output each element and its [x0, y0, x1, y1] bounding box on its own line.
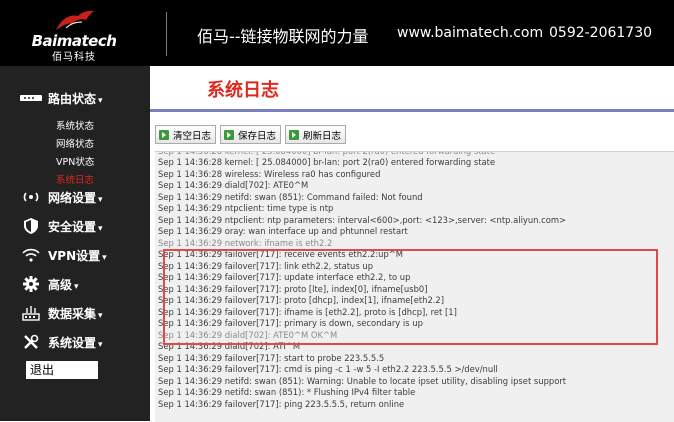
log-line: Sep 1 14:36:28 wireless: Wireless ra0 ha…: [158, 168, 381, 179]
clear-log-button[interactable]: 清空日志: [155, 125, 216, 144]
log-line: Sep 1 14:36:29 netifd: swan (851): * Flu…: [158, 387, 416, 397]
nav-section-label: 安全设置: [48, 219, 97, 234]
chevron-down-icon: ▾: [98, 339, 103, 350]
brand-name-cn: 佰马科技: [52, 52, 96, 63]
save-icon: [224, 129, 234, 140]
header-bar: Baimatech 佰马科技 佰马--链接物联网的力量 www.baimatec…: [0, 0, 674, 66]
log-line: Sep 1 14:36:28 kernel: [ 25.084000] br-l…: [158, 157, 496, 167]
nav-section-security-settings[interactable]: 安全设置 ▾: [0, 216, 150, 236]
chevron-down-icon: ▾: [74, 281, 79, 292]
nav-section-label: 路由状态: [48, 91, 97, 106]
log-line: Sep 1 14:36:29 failover[717]: proto [dhc…: [158, 295, 445, 305]
chevron-down-icon: ▾: [98, 95, 103, 106]
shield-icon: [20, 217, 42, 235]
chevron-down-icon: ▾: [98, 310, 103, 321]
chevron-down-icon: ▾: [98, 223, 103, 234]
log-line: Sep 1 14:36:29 failover[717]: cmd is pin…: [158, 364, 498, 374]
page-title: 系统日志: [207, 80, 279, 101]
log-line: Sep 1 14:36:29 diald[702]: ATI^M: [158, 341, 301, 351]
tools-icon: [20, 333, 42, 351]
nav-section-label: 网络设置: [48, 190, 97, 205]
log-line: Sep 1 14:36:29 diald[702]: ATE0^M: [158, 180, 309, 190]
nav-section-system-settings[interactable]: 系统设置 ▾: [0, 332, 150, 352]
slogan-text: 佰马--链接物联网的力量: [197, 27, 369, 46]
chevron-down-icon: ▾: [98, 194, 103, 205]
nav-item-system-log[interactable]: 系统日志: [56, 172, 94, 186]
website-text: www.baimatech.com: [397, 25, 544, 41]
nav-item-network-status[interactable]: 网络状态: [56, 136, 94, 150]
nav-section-network-settings[interactable]: 网络设置 ▾: [0, 187, 150, 207]
log-line: Sep 1 14:36:29 diald[702]: ATE0^M OK^M: [158, 329, 338, 340]
save-log-button[interactable]: 保存日志: [220, 125, 281, 144]
refresh-log-button[interactable]: 刷新日志: [285, 125, 346, 144]
header-divider: [166, 12, 167, 56]
log-line: Sep 1 14:36:29 failover[717]: primary is…: [158, 318, 423, 328]
button-label: 清空日志: [172, 130, 211, 142]
nav-section-router-status[interactable]: 路由状态 ▾: [0, 88, 150, 108]
wifi-icon: [20, 246, 42, 264]
title-divider: [150, 109, 674, 112]
log-line: Sep 1 14:36:29 failover[717]: ping 223.5…: [158, 398, 405, 409]
nav-item-system-status[interactable]: 系统状态: [56, 118, 94, 132]
nav-section-data-collection[interactable]: 数据采集 ▾: [0, 303, 150, 323]
log-line: Sep 1 14:36:29 oray: wan interface up an…: [158, 226, 408, 236]
log-line: Sep 1 14:36:29 netifd: swan (851): Comma…: [158, 191, 423, 202]
log-line: Sep 1 14:36:29 ntpclient: ntp parameters…: [158, 214, 567, 225]
nav-section-label: 数据采集: [48, 306, 97, 321]
nav-section-label: 高级: [48, 277, 73, 292]
log-line: Sep 1 14:36:29 netifd: swan (851): Warni…: [158, 375, 567, 386]
log-line: Sep 1 14:36:29 failover[717]: start to p…: [158, 352, 385, 363]
baimatech-logo[interactable]: Baimatech 佰马科技: [26, 8, 122, 63]
log-line: Sep 1 14:36:29 failover[717]: proto [lte…: [158, 283, 428, 294]
log-line: Sep 1 14:36:29 network: ifname is eth2.2: [158, 237, 333, 248]
phone-text: 0592-2061730: [549, 25, 653, 41]
gear-icon: [20, 275, 42, 293]
sidebar: 路由状态 ▾ 系统状态 网络状态 VPN状态 系统日志 网络设置 ▾ 安全设置 ▾ V…: [0, 66, 150, 421]
data-collection-icon: [20, 304, 42, 322]
refresh-icon: [289, 129, 299, 140]
button-label: 刷新日志: [302, 130, 341, 142]
log-line: Sep 1 14:36:29 failover[717]: update int…: [158, 272, 411, 282]
nav-section-advanced[interactable]: 高级 ▾: [0, 274, 150, 294]
router-icon: [20, 89, 42, 107]
nav-item-vpn-status[interactable]: VPN状态: [56, 154, 94, 168]
clear-icon: [159, 129, 169, 140]
wireless-signal-icon: [20, 188, 42, 206]
log-line: Sep 1 14:36:29 failover[717]: receive ev…: [158, 249, 404, 259]
nav-section-label: VPN设置: [48, 248, 101, 263]
chevron-down-icon: ▾: [102, 252, 107, 263]
log-line: Sep 1 14:36:29 failover[717]: ifname is …: [158, 306, 457, 317]
horse-logo-icon: [56, 10, 94, 30]
nav-section-vpn-settings[interactable]: VPN设置 ▾: [0, 245, 150, 265]
button-label: 保存日志: [237, 130, 276, 142]
nav-section-label: 系统设置: [48, 335, 97, 350]
log-line: Sep 1 14:36:29 ntpclient: time type is n…: [158, 203, 334, 213]
log-viewer[interactable]: Sep 1 14:36:28 kernel: [ 25.084000] br-l…: [155, 151, 674, 422]
logout-button[interactable]: 退出: [26, 361, 98, 379]
log-line: Sep 1 14:36:29 failover[717]: link eth2.…: [158, 260, 374, 271]
